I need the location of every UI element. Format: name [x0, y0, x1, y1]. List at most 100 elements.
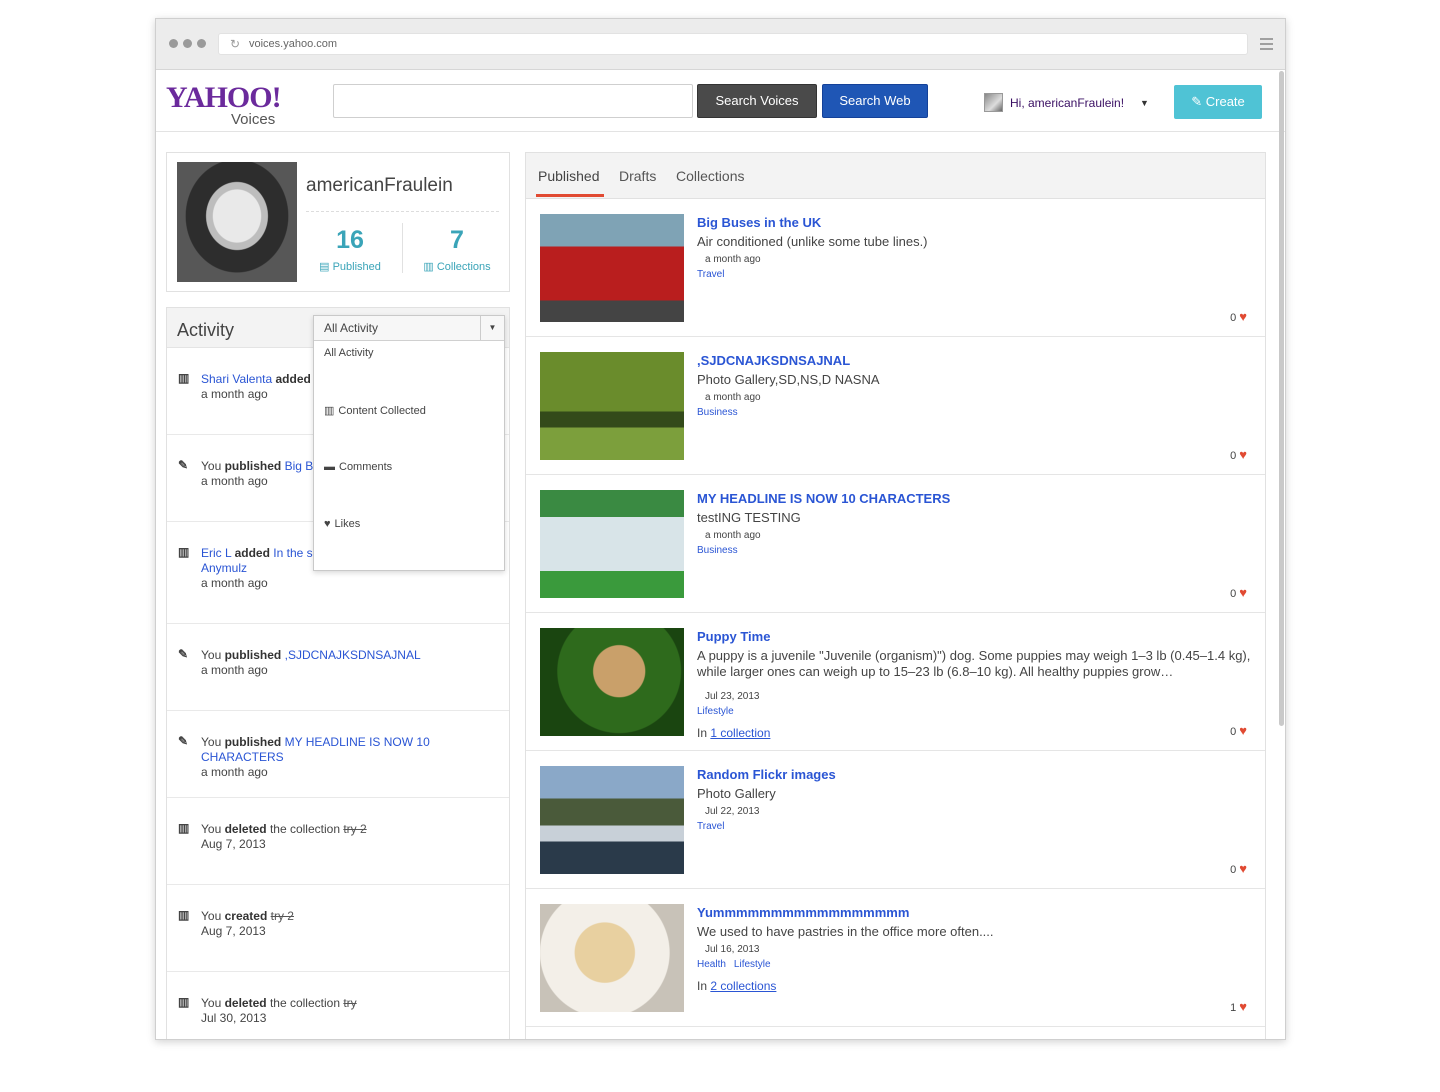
like-count: 1: [1230, 1002, 1237, 1014]
scrollbar[interactable]: [1279, 71, 1284, 726]
like-button[interactable]: 1 ♥: [1230, 999, 1247, 1014]
article-title-link[interactable]: Yummmmmmmmmmmmmmmmm: [697, 905, 909, 920]
like-button[interactable]: 0 ♥: [1230, 309, 1247, 324]
activity-actor: You: [201, 996, 222, 1010]
published-stat[interactable]: 16 ▤ Published: [315, 226, 385, 273]
yahoo-voices-logo[interactable]: YAHOO! Voices: [166, 83, 282, 128]
user-menu[interactable]: Hi, americanFraulein! ▼: [984, 93, 1149, 112]
activity-verb: published: [224, 648, 282, 662]
user-greeting: Hi, americanFraulein!: [1010, 95, 1125, 110]
activity-object: try 2: [343, 822, 367, 836]
avatar: [984, 93, 1003, 112]
article-collections: In 2 collections: [697, 979, 777, 993]
browser-menu-icon[interactable]: [1260, 38, 1273, 53]
filter-option-likes[interactable]: ♥ Likes: [314, 512, 504, 569]
activity-filter-options: All Activity ▥ Content Collected ▬ Comment…: [314, 341, 504, 570]
activity-title: Activity: [177, 320, 235, 340]
article-categories: Lifestyle: [697, 706, 742, 717]
heart-icon: ♥: [1239, 999, 1247, 1014]
page-content: americanFraulein 16 ▤ Published 7 ▥ Coll…: [156, 133, 1285, 1039]
article-thumbnail[interactable]: [540, 214, 684, 322]
category-link[interactable]: Business: [697, 545, 738, 556]
collections-stat[interactable]: 7 ▥ Collections: [416, 226, 498, 273]
activity-verb: deleted: [224, 822, 267, 836]
books-icon: ▥: [178, 908, 190, 922]
article-title-link[interactable]: ,SJDCNAJKSDNSAJNAL: [697, 353, 850, 368]
address-bar[interactable]: ↻ voices.yahoo.com: [218, 33, 1248, 55]
activity-verb: added: [234, 546, 270, 560]
chevron-down-icon: ▼: [1140, 97, 1149, 108]
activity-time: Jul 30, 2013: [201, 1011, 267, 1025]
category-link[interactable]: Business: [697, 407, 738, 418]
article-categories: Business: [697, 407, 746, 418]
browser-window: ↻ voices.yahoo.com YAHOO! Voices Search …: [155, 18, 1286, 1040]
article-time: a month ago: [705, 530, 761, 541]
active-tab-indicator: [536, 194, 604, 197]
chevron-down-icon[interactable]: ▼: [480, 316, 504, 340]
article-categories: Business: [697, 545, 746, 556]
window-controls[interactable]: [169, 39, 206, 48]
article-title-link[interactable]: Big Buses in the UK: [697, 215, 821, 230]
article-list: Big Buses in the UK Air conditioned (unli…: [526, 199, 1265, 1027]
article-thumbnail[interactable]: [540, 628, 684, 736]
article-thumbnail[interactable]: [540, 904, 684, 1012]
category-link[interactable]: Travel: [697, 821, 724, 832]
activity-item: ✎ You published ,SJDCNAJKSDNSAJNAL a month…: [167, 624, 509, 711]
article-title-link[interactable]: Random Flickr images: [697, 767, 836, 782]
activity-filter-dropdown[interactable]: All Activity ▼ All Activity ▥ Content Col…: [313, 315, 505, 571]
activity-verb: published: [224, 735, 282, 749]
category-link[interactable]: Health: [697, 959, 726, 970]
tab-drafts[interactable]: Drafts: [619, 168, 656, 184]
article-thumbnail[interactable]: [540, 490, 684, 598]
article-title-link[interactable]: Puppy Time: [697, 629, 770, 644]
article-categories: Health Lifestyle: [697, 959, 779, 970]
activity-item: ▥ You deleted the collection try 2 Aug 7, …: [167, 798, 509, 885]
activity-verb: deleted: [224, 996, 267, 1010]
document-icon: ▤: [319, 261, 330, 273]
filter-option-all[interactable]: All Activity: [314, 341, 504, 398]
article-thumbnail[interactable]: [540, 352, 684, 460]
like-button[interactable]: 0 ♥: [1230, 861, 1247, 876]
create-button[interactable]: ✎ Create: [1174, 85, 1262, 119]
like-button[interactable]: 0 ♥: [1230, 585, 1247, 600]
article-row: Random Flickr images Photo Gallery Jul 22,…: [526, 751, 1265, 889]
activity-verb: created: [224, 909, 268, 923]
article-thumbnail[interactable]: [540, 766, 684, 874]
activity-filter-select[interactable]: All Activity ▼: [314, 316, 504, 341]
category-link[interactable]: Lifestyle: [697, 706, 734, 717]
heart-icon: ♥: [1239, 585, 1247, 600]
activity-actor-link[interactable]: Eric L: [201, 546, 231, 560]
url-text: voices.yahoo.com: [249, 38, 338, 50]
profile-photo[interactable]: [177, 162, 297, 282]
category-link[interactable]: Lifestyle: [734, 959, 771, 970]
article-title-link[interactable]: MY HEADLINE IS NOW 10 CHARACTERS: [697, 491, 950, 506]
collection-link[interactable]: 2 collections: [710, 979, 776, 993]
heart-icon: ♥: [1239, 723, 1247, 738]
activity-verb: added: [275, 372, 311, 386]
search-voices-button[interactable]: Search Voices: [697, 84, 817, 118]
article-time: Jul 22, 2013: [705, 806, 760, 817]
activity-object-link[interactable]: ,SJDCNAJKSDNSAJNAL: [285, 648, 421, 662]
tab-published[interactable]: Published: [538, 168, 600, 184]
search-input[interactable]: [333, 84, 693, 118]
activity-actor: You: [201, 648, 222, 662]
filter-option-content-collected[interactable]: ▥ Content Collected: [314, 398, 504, 455]
like-count: 0: [1230, 312, 1237, 324]
like-button[interactable]: 0 ♥: [1230, 723, 1247, 738]
pencil-icon: ✎: [178, 647, 189, 661]
collection-link[interactable]: 1 collection: [710, 726, 770, 740]
content-tabs: Published Drafts Collections: [526, 153, 1265, 199]
article-description: We used to have pastries in the office m…: [697, 924, 994, 939]
activity-mid: the collection: [269, 996, 340, 1010]
reload-icon[interactable]: ↻: [230, 34, 240, 55]
activity-actor-link[interactable]: Shari Valenta: [201, 372, 272, 386]
article-time: Jul 23, 2013: [705, 691, 760, 702]
tab-collections[interactable]: Collections: [676, 168, 744, 184]
books-icon: ▥: [178, 545, 190, 559]
like-button[interactable]: 0 ♥: [1230, 447, 1247, 462]
article-description: Photo Gallery,SD,NS,D NASNA: [697, 372, 880, 387]
search-web-button[interactable]: Search Web: [822, 84, 928, 118]
filter-option-comments[interactable]: ▬ Comments: [314, 455, 504, 512]
category-link[interactable]: Travel: [697, 269, 724, 280]
heart-icon: ♥: [1239, 861, 1247, 876]
